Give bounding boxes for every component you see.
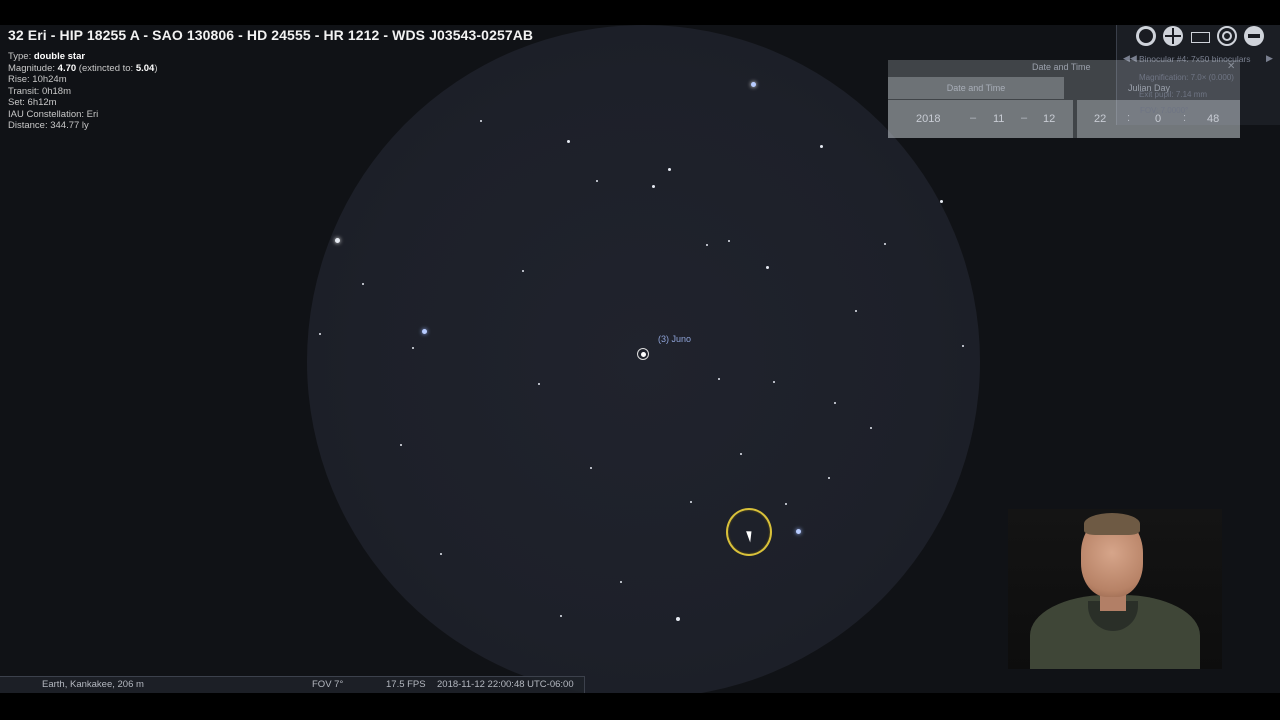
ocular-magnification: Magnification: 7.0× (0.000)	[1139, 73, 1234, 82]
date-separator: –	[1021, 112, 1028, 124]
planet-juno[interactable]	[641, 352, 646, 357]
status-fps: 17.5 FPS	[386, 679, 426, 690]
star[interactable]	[319, 333, 321, 335]
info-set: Set: 6h12m	[8, 97, 57, 108]
hide-ocular-icon[interactable]	[1244, 26, 1264, 46]
letterbox-top	[0, 0, 1280, 25]
star[interactable]	[440, 553, 442, 555]
star[interactable]	[668, 168, 671, 171]
close-icon[interactable]: ✕	[1227, 61, 1235, 72]
star[interactable]	[820, 145, 823, 148]
second-spinbox[interactable]: 48	[1207, 113, 1219, 125]
object-title: 32 Eri - HIP 18255 A - SAO 130806 - HD 2…	[8, 27, 534, 43]
ocular-view-icon[interactable]	[1136, 26, 1156, 46]
star[interactable]	[940, 200, 943, 203]
object-info: Type: double star Magnitude: 4.70 (extin…	[8, 51, 158, 132]
date-separator: –	[970, 112, 977, 124]
hour-spinbox[interactable]: 22	[1094, 113, 1106, 125]
star[interactable]	[652, 185, 655, 188]
info-magnitude: Magnitude: 4.70 (extincted to: 5.04)	[8, 62, 158, 74]
presenter-hair	[1084, 513, 1140, 535]
star[interactable]	[751, 82, 756, 87]
star[interactable]	[884, 243, 886, 245]
star[interactable]	[785, 503, 787, 505]
star[interactable]	[620, 581, 622, 583]
star[interactable]	[362, 283, 364, 285]
presenter-webcam	[1008, 509, 1222, 669]
date-time-window-title: Date and Time	[1032, 62, 1091, 72]
star[interactable]	[828, 477, 830, 479]
star[interactable]	[796, 529, 801, 534]
star[interactable]	[412, 347, 414, 349]
star[interactable]	[870, 427, 872, 429]
status-datetime[interactable]: 2018-11-12 22:00:48 UTC-06:00	[437, 679, 574, 690]
star[interactable]	[590, 467, 592, 469]
star[interactable]	[834, 402, 836, 404]
info-rise: Rise: 10h24m	[8, 74, 67, 85]
info-transit: Transit: 0h18m	[8, 85, 72, 97]
star[interactable]	[962, 345, 964, 347]
ocular-exit-pupil: Exit pupil: 7.14 mm	[1139, 90, 1208, 99]
star[interactable]	[773, 381, 775, 383]
time-separator: :	[1183, 112, 1187, 124]
minute-spinbox[interactable]: 0	[1155, 113, 1161, 125]
star[interactable]	[480, 120, 482, 122]
month-spinbox[interactable]: 11	[993, 113, 1004, 125]
telrad-icon[interactable]	[1217, 26, 1237, 46]
status-location[interactable]: Earth, Kankakee, 206 m	[42, 679, 144, 690]
star[interactable]	[676, 617, 680, 621]
star[interactable]	[855, 310, 857, 312]
star[interactable]	[596, 180, 598, 182]
time-separator: :	[1127, 112, 1131, 124]
star[interactable]	[567, 140, 570, 143]
star[interactable]	[690, 501, 692, 503]
status-fov: FOV 7°	[312, 679, 344, 690]
day-spinbox[interactable]: 12	[1043, 113, 1055, 125]
star[interactable]	[422, 329, 427, 334]
star[interactable]	[740, 453, 742, 455]
planet-label[interactable]: (3) Juno	[658, 334, 691, 344]
letterbox-bottom	[0, 693, 1280, 720]
ocular-fov: FOV: 7.0000°	[1140, 106, 1189, 115]
star[interactable]	[766, 266, 769, 269]
info-type: Type: double star	[8, 51, 86, 62]
star[interactable]	[560, 615, 562, 617]
star[interactable]	[400, 444, 402, 446]
crosshair-icon[interactable]	[1163, 26, 1183, 46]
ccd-frame-icon[interactable]	[1190, 26, 1210, 46]
star[interactable]	[522, 270, 524, 272]
next-ocular-icon[interactable]: ▶	[1266, 53, 1273, 64]
star[interactable]	[718, 378, 720, 380]
star[interactable]	[728, 240, 730, 242]
info-constellation: IAU Constellation: Eri	[8, 108, 99, 120]
star[interactable]	[335, 238, 340, 243]
info-distance: Distance: 344.77 ly	[8, 120, 89, 131]
status-bar: Earth, Kankakee, 206 m FOV 7° 17.5 FPS 2…	[0, 676, 585, 693]
ocular-toolbar	[1136, 26, 1264, 46]
tab-date-time[interactable]: Date and Time	[888, 77, 1064, 99]
year-spinbox[interactable]: 2018	[916, 113, 940, 125]
star[interactable]	[538, 383, 540, 385]
star[interactable]	[706, 244, 708, 246]
